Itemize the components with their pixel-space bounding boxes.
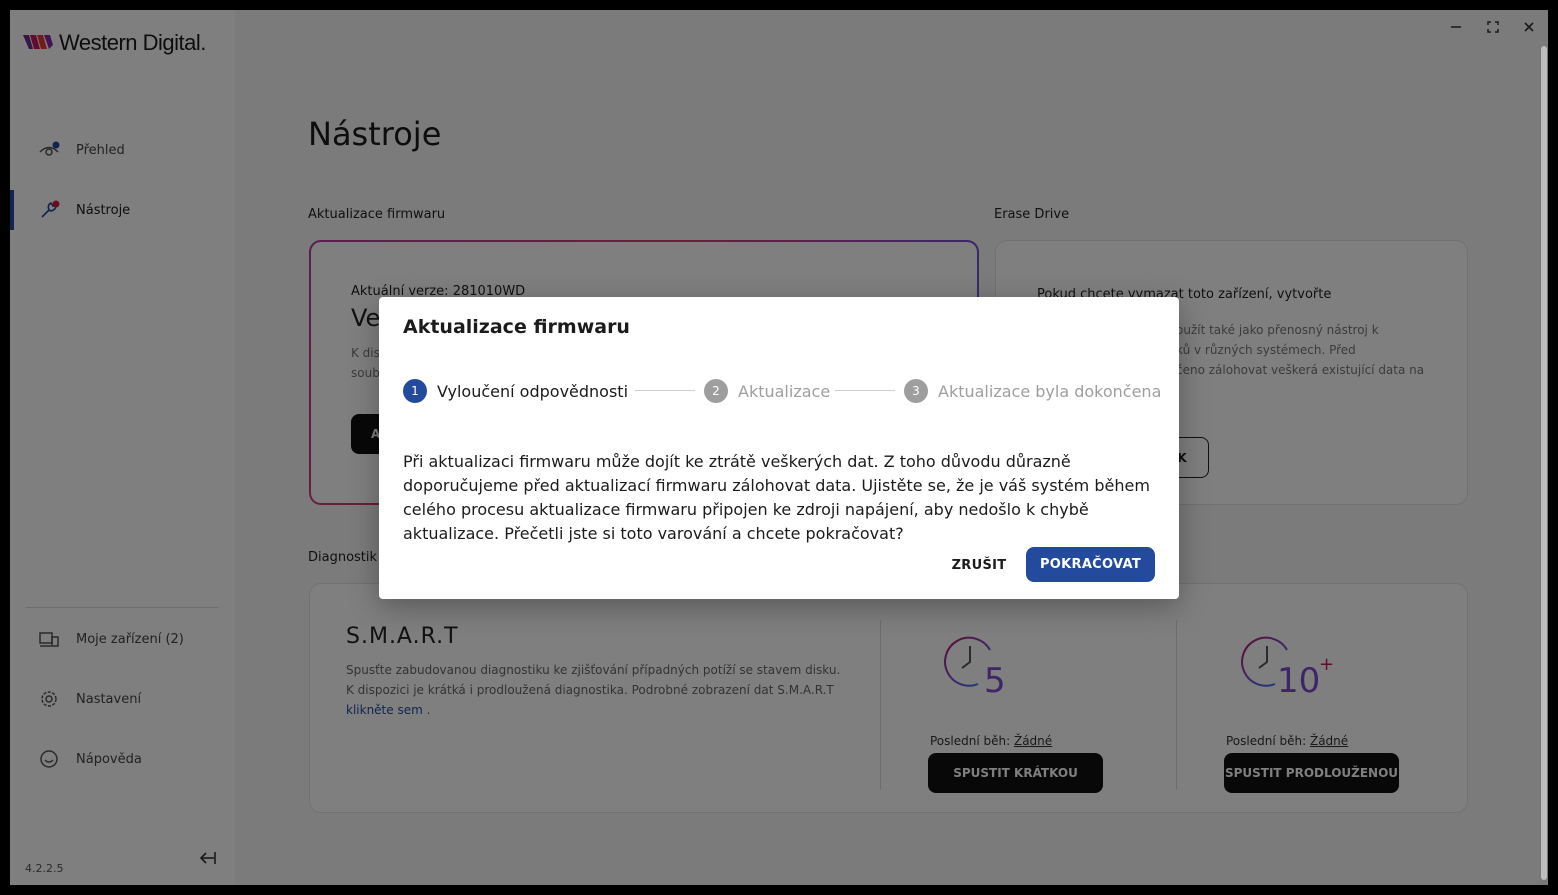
step-label: Aktualizace byla dokončena bbox=[938, 381, 1162, 401]
step-disclaimer: 1 Vyloučení odpovědnosti bbox=[403, 379, 628, 403]
continue-button-label: POKRAČOVAT bbox=[1039, 557, 1142, 572]
firmware-update-dialog: Aktualizace firmwaru 1 Vyloučení odpověd… bbox=[379, 297, 1179, 599]
step-connector bbox=[835, 390, 895, 391]
dialog-warning-text: Při aktualizaci firmwaru může dojít ke z… bbox=[403, 452, 1150, 543]
dialog-title: Aktualizace firmwaru bbox=[403, 316, 630, 338]
step-update: 2 Aktualizace bbox=[704, 379, 830, 403]
step-number: 2 bbox=[704, 379, 728, 403]
continue-button[interactable]: POKRAČOVAT bbox=[1026, 547, 1155, 582]
step-complete: 3 Aktualizace byla dokončena bbox=[904, 379, 1161, 403]
cancel-button[interactable]: ZRUŠIT bbox=[939, 549, 1019, 581]
app-window: Western Digital. Přehled Nástroje bbox=[10, 10, 1548, 885]
scrollbar-thumb[interactable] bbox=[1541, 46, 1547, 880]
step-label: Vyloučení odpovědnosti bbox=[437, 381, 629, 401]
step-number: 3 bbox=[904, 379, 928, 403]
cancel-button-label: ZRUŠIT bbox=[951, 557, 1007, 573]
step-connector bbox=[635, 390, 695, 391]
step-number: 1 bbox=[403, 379, 427, 403]
step-label: Aktualizace bbox=[738, 381, 831, 401]
